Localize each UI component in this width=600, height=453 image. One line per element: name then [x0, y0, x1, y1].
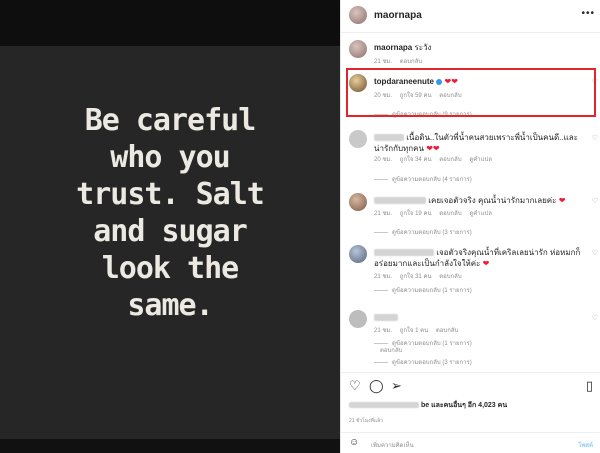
view-replies-link[interactable]: ดูข้อความตอบกลับ (1 รายการ) [374, 285, 472, 295]
highlight-box [346, 68, 596, 117]
like-heart-icon[interactable]: ♡ [592, 314, 598, 322]
blurred-username [374, 314, 398, 322]
likes-text[interactable]: be และคนอื่นๆ อีก 4,023 คน [421, 402, 507, 409]
avatar[interactable] [349, 130, 367, 148]
view-replies-link[interactable]: ดูข้อความตอบกลับ (4 รายการ) [374, 174, 472, 184]
share-send-icon[interactable]: ➢ [391, 378, 402, 394]
emoji-icon[interactable]: ☺ [349, 437, 359, 448]
avatar[interactable] [349, 193, 367, 211]
avatar[interactable] [349, 40, 367, 58]
comment-bubble-icon[interactable]: ◯ [369, 378, 384, 394]
view-replies-link[interactable]: ดูข้อความตอบกลับ (3 รายการ) [374, 227, 472, 237]
comment-text: เคยเจอตัวจริง คุณน้ำน่ารักมากเลยค่ะ [428, 196, 557, 205]
quote-line: and sugar [93, 214, 248, 249]
post-time-ago: 21 ชั่วโมงที่แล้ว [349, 418, 383, 424]
image-bottom-strip [0, 439, 340, 453]
quote-line: same. [127, 288, 213, 323]
comment-meta: 21 ชม. ถูกใจ 1 คน ตอบกลับ [374, 328, 459, 334]
comment-meta: 21 ชม. ตอบกลับ [374, 56, 428, 66]
more-dots-icon[interactable]: ••• [581, 8, 595, 19]
blurred-username [374, 197, 426, 205]
like-heart-icon[interactable]: ♡ [349, 378, 361, 394]
comment-meta: 20 ชม. ถูกใจ 34 คน ตอบกลับ ดูคำแปล [374, 157, 492, 163]
likes-summary[interactable]: be และคนอื่นๆ อีก 4,023 คน [349, 400, 507, 411]
blurred-username [374, 249, 434, 257]
comment-username[interactable]: maornapa [374, 43, 412, 52]
quote-line: who you [110, 140, 230, 175]
comment-meta: 21 ชม. ถูกใจ 31 คน ตอบกลับ [374, 274, 462, 280]
quote-line: Be careful [84, 103, 257, 138]
view-replies-link[interactable]: ดูข้อความตอบกลับ (3 รายการ) [374, 357, 472, 367]
post-header: maornapa ••• [341, 0, 600, 33]
post-actions: ♡ ◯ ➢ ▯ [341, 372, 600, 395]
like-heart-icon[interactable]: ♡ [592, 249, 598, 257]
avatar[interactable] [349, 245, 367, 263]
like-heart-icon[interactable]: ♡ [592, 197, 598, 205]
like-heart-icon[interactable]: ♡ [592, 134, 598, 142]
comment-text: ระวัง [414, 43, 432, 52]
save-bookmark-icon[interactable]: ▯ [586, 378, 593, 394]
reply-link[interactable]: ตอบกลับ [400, 59, 422, 65]
post-comment-button[interactable]: โพสต์ [578, 440, 593, 450]
comment-time: 21 ชม. [374, 59, 393, 65]
comment-meta: 21 ชม. ถูกใจ 19 คน ตอบกลับ ดูคำแปล [374, 211, 492, 217]
avatar[interactable] [349, 310, 367, 328]
author-avatar[interactable] [349, 6, 367, 24]
post-image: Be careful who you trust. Salt and sugar… [0, 0, 340, 453]
quote-line: look the [101, 251, 240, 286]
comment-text: เนื้อดิน..ในตัวพี่น้ำคนสวยเพราะพี่น้ำเป็… [374, 133, 578, 153]
image-top-strip [0, 0, 340, 46]
blurred-liker [349, 402, 419, 409]
add-comment-bar: ☺ เพิ่มความคิดเห็น โพสต์ [341, 432, 600, 453]
quote-line: trust. Salt [76, 177, 265, 212]
blurred-username [374, 134, 404, 142]
comment-meta: ตอบกลับ [380, 348, 403, 354]
quote-text: Be careful who you trust. Salt and sugar… [0, 102, 340, 324]
author-username[interactable]: maornapa [374, 10, 422, 21]
comment-input[interactable]: เพิ่มความคิดเห็น [371, 440, 414, 450]
